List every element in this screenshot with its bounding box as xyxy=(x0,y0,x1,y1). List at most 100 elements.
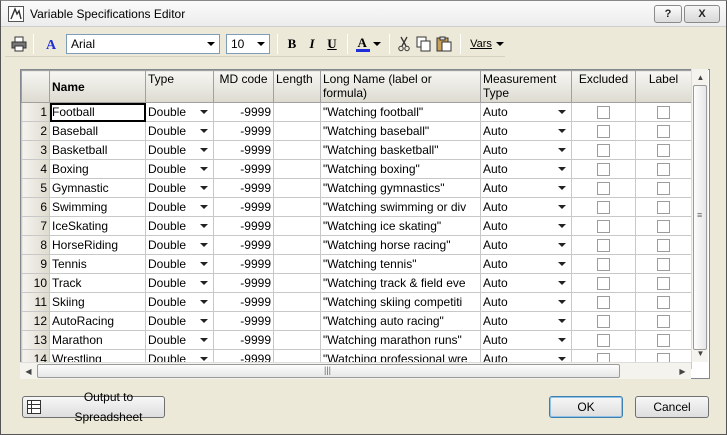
cell-label[interactable] xyxy=(635,121,692,141)
cell-measurement-type[interactable]: Auto xyxy=(480,159,572,179)
row-number[interactable]: 6 xyxy=(21,197,50,217)
bold-button[interactable]: B xyxy=(283,34,301,54)
cell-type[interactable]: Double xyxy=(145,102,214,122)
excluded-checkbox[interactable] xyxy=(597,314,610,328)
chevron-down-icon[interactable] xyxy=(554,142,570,158)
cell-type[interactable]: Double xyxy=(145,140,214,160)
row-number[interactable]: 8 xyxy=(21,235,50,255)
label-checkbox[interactable] xyxy=(657,314,670,328)
label-checkbox[interactable] xyxy=(657,276,670,290)
font-color-button[interactable]: A xyxy=(353,34,383,54)
label-checkbox[interactable] xyxy=(657,143,670,157)
label-checkbox[interactable] xyxy=(657,238,670,252)
chevron-down-icon[interactable] xyxy=(196,313,212,329)
cell-length[interactable] xyxy=(273,159,321,179)
cell-name[interactable]: Football xyxy=(49,102,146,122)
cell-long-name[interactable]: "Watching ice skating" xyxy=(320,216,481,236)
cell-label[interactable] xyxy=(635,273,692,293)
chevron-down-icon[interactable] xyxy=(196,199,212,215)
cell-measurement-type[interactable]: Auto xyxy=(480,121,572,141)
cell-length[interactable] xyxy=(273,235,321,255)
row-number[interactable]: 10 xyxy=(21,273,50,293)
cell-measurement-type[interactable]: Auto xyxy=(480,330,572,350)
cell-excluded[interactable] xyxy=(571,216,636,236)
table-row[interactable]: 9 Tennis Double -9999 "Watching tennis" Auto xyxy=(21,254,692,274)
cell-excluded[interactable] xyxy=(571,140,636,160)
cell-length[interactable] xyxy=(273,178,321,198)
cell-length[interactable] xyxy=(273,330,321,350)
table-row[interactable]: 8 HorseRiding Double -9999 "Watching horse r… xyxy=(21,235,692,255)
cell-type[interactable]: Double xyxy=(145,330,214,350)
table-row[interactable]: 2 Baseball Double -9999 "Watching baseball" A… xyxy=(21,121,692,141)
cell-label[interactable] xyxy=(635,178,692,198)
cell-length[interactable] xyxy=(273,140,321,160)
cell-md-code[interactable]: -9999 xyxy=(213,178,274,198)
excluded-checkbox[interactable] xyxy=(597,276,610,290)
cell-length[interactable] xyxy=(273,121,321,141)
column-header-excluded[interactable]: Excluded xyxy=(571,70,636,103)
cell-length[interactable] xyxy=(273,102,321,122)
excluded-checkbox[interactable] xyxy=(597,219,610,233)
row-number[interactable]: 13 xyxy=(21,330,50,350)
cell-long-name[interactable]: "Watching gymnastics" xyxy=(320,178,481,198)
underline-button[interactable]: U xyxy=(323,34,341,54)
excluded-checkbox[interactable] xyxy=(597,181,610,195)
chevron-down-icon[interactable] xyxy=(554,123,570,139)
cell-label[interactable] xyxy=(635,102,692,122)
cell-length[interactable] xyxy=(273,197,321,217)
excluded-checkbox[interactable] xyxy=(597,124,610,138)
chevron-down-icon[interactable] xyxy=(196,123,212,139)
chevron-down-icon[interactable] xyxy=(554,104,570,120)
cell-measurement-type[interactable]: Auto xyxy=(480,216,572,236)
chevron-down-icon[interactable] xyxy=(554,256,570,272)
label-checkbox[interactable] xyxy=(657,257,670,271)
cell-measurement-type[interactable]: Auto xyxy=(480,140,572,160)
chevron-down-icon[interactable] xyxy=(554,332,570,348)
cell-name[interactable]: Baseball xyxy=(49,121,146,141)
column-header-measurement-type[interactable]: Measurement Type xyxy=(480,70,572,103)
row-number[interactable]: 2 xyxy=(21,121,50,141)
cell-md-code[interactable]: -9999 xyxy=(213,292,274,312)
cell-name[interactable]: Basketball xyxy=(49,140,146,160)
cut-icon[interactable] xyxy=(395,34,413,54)
cell-length[interactable] xyxy=(273,254,321,274)
cell-md-code[interactable]: -9999 xyxy=(213,121,274,141)
cell-excluded[interactable] xyxy=(571,273,636,293)
cell-name[interactable]: AutoRacing xyxy=(49,311,146,331)
chevron-down-icon[interactable] xyxy=(554,218,570,234)
chevron-down-icon[interactable] xyxy=(196,104,212,120)
help-button[interactable]: ? xyxy=(654,5,682,23)
excluded-checkbox[interactable] xyxy=(597,105,610,119)
row-number[interactable]: 1 xyxy=(21,102,50,122)
paste-icon[interactable] xyxy=(435,34,453,54)
cell-excluded[interactable] xyxy=(571,235,636,255)
print-icon[interactable] xyxy=(9,34,29,54)
row-number[interactable]: 4 xyxy=(21,159,50,179)
cell-long-name[interactable]: "Watching tennis" xyxy=(320,254,481,274)
label-checkbox[interactable] xyxy=(657,181,670,195)
variables-grid[interactable]: Name Type MD code Length Long Name (labe… xyxy=(20,69,710,379)
cell-md-code[interactable]: -9999 xyxy=(213,197,274,217)
cell-type[interactable]: Double xyxy=(145,292,214,312)
cell-name[interactable]: Tennis xyxy=(49,254,146,274)
cell-md-code[interactable]: -9999 xyxy=(213,235,274,255)
cell-excluded[interactable] xyxy=(571,197,636,217)
row-number[interactable]: 5 xyxy=(21,178,50,198)
row-number[interactable]: 12 xyxy=(21,311,50,331)
cell-excluded[interactable] xyxy=(571,121,636,141)
label-checkbox[interactable] xyxy=(657,124,670,138)
font-icon[interactable]: A xyxy=(41,34,63,54)
copy-icon[interactable] xyxy=(415,34,433,54)
cell-long-name[interactable]: "Watching track & field eve xyxy=(320,273,481,293)
vertical-scroll-thumb[interactable]: ≡ xyxy=(693,85,707,350)
excluded-checkbox[interactable] xyxy=(597,333,610,347)
cell-measurement-type[interactable]: Auto xyxy=(480,292,572,312)
row-number[interactable]: 9 xyxy=(21,254,50,274)
chevron-down-icon[interactable] xyxy=(196,142,212,158)
italic-button[interactable]: I xyxy=(303,34,321,54)
cell-type[interactable]: Double xyxy=(145,235,214,255)
vertical-scrollbar[interactable]: ▲ ≡ ▼ xyxy=(691,69,708,362)
cell-md-code[interactable]: -9999 xyxy=(213,311,274,331)
cell-type[interactable]: Double xyxy=(145,273,214,293)
cell-label[interactable] xyxy=(635,330,692,350)
